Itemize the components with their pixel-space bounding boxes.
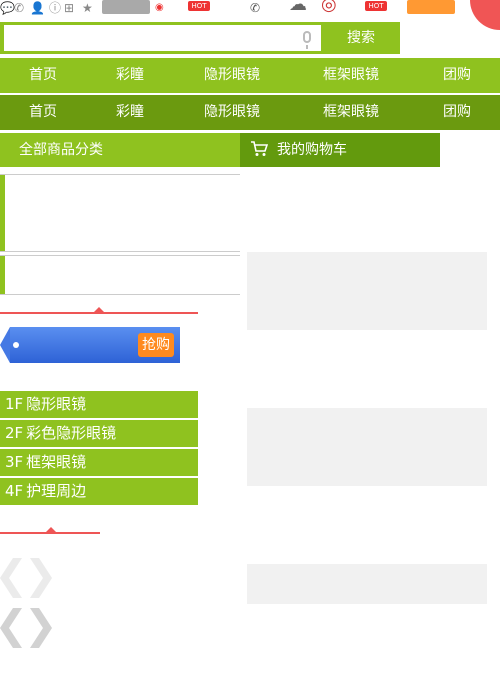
carousel-nav[interactable] — [0, 558, 52, 598]
category-panel — [0, 174, 240, 252]
search-bar: 搜索 — [0, 22, 400, 54]
promo-tag[interactable]: 抢购 — [0, 327, 180, 363]
chevron-left-icon — [0, 608, 22, 648]
category-panel — [0, 255, 240, 295]
panel-accent-bar — [0, 256, 5, 294]
nav-item-home[interactable]: 首页 — [29, 95, 57, 130]
phone-icon[interactable]: ✆ — [250, 1, 260, 15]
nav-item-color-contacts[interactable]: 彩瞳 — [116, 95, 144, 130]
content-placeholder — [247, 408, 487, 486]
floor-label: 彩色隐形眼镜 — [26, 424, 117, 442]
nav-item-contact-lenses[interactable]: 隐形眼镜 — [204, 95, 260, 130]
record-icon: ◉ — [155, 2, 164, 13]
hot-badge: HOT — [188, 1, 210, 11]
divider-marker — [94, 307, 104, 312]
user-icon[interactable]: 👤 — [30, 1, 45, 15]
nav-item-home[interactable]: 首页 — [29, 58, 57, 93]
floor-label: 隐形眼镜 — [26, 395, 87, 413]
floor-label: 框架眼镜 — [26, 453, 87, 471]
content-placeholder — [247, 564, 487, 604]
message-icon[interactable]: 💬 — [0, 1, 15, 15]
chevron-left-icon — [0, 558, 22, 598]
mic-icon[interactable] — [303, 31, 311, 49]
top-utility-bar: 💬 ✆ 👤 ⓘ ⊞ ★ ◉ HOT ✆ ☁ ◎ HOT — [0, 0, 500, 30]
main-nav-secondary: 首页 彩瞳 隐形眼镜 框架眼镜 团购 — [0, 95, 500, 130]
floor-number: 4F — [5, 482, 24, 500]
floor-item[interactable]: 2F 彩色隐形眼镜 — [0, 420, 198, 447]
floor-item[interactable]: 4F 护理周边 — [0, 478, 198, 505]
phone-icon[interactable]: ✆ — [14, 1, 24, 15]
divider-marker — [46, 527, 56, 532]
floor-label: 护理周边 — [26, 482, 87, 500]
search-button[interactable]: 搜索 — [322, 22, 400, 54]
info-icon[interactable]: ⓘ — [49, 1, 61, 15]
tag-hole — [13, 342, 19, 348]
content-placeholder — [247, 252, 487, 330]
floor-number: 1F — [5, 395, 24, 413]
all-categories-button[interactable]: 全部商品分类 — [0, 133, 240, 167]
login-button[interactable] — [407, 0, 455, 14]
panel-accent-bar — [0, 175, 5, 251]
nav-item-contact-lenses[interactable]: 隐形眼镜 — [204, 58, 260, 93]
weibo-icon[interactable]: ◎ — [321, 0, 337, 14]
account-placeholder[interactable] — [102, 0, 150, 14]
star-icon[interactable]: ★ — [82, 1, 93, 15]
cart-icon — [251, 141, 268, 156]
chevron-right-icon — [30, 558, 52, 598]
grid-icon[interactable]: ⊞ — [64, 1, 74, 15]
nav-item-frame-glasses[interactable]: 框架眼镜 — [323, 58, 379, 93]
nav-item-group-buy[interactable]: 团购 — [443, 95, 471, 130]
carousel-nav[interactable] — [0, 608, 52, 648]
corner-decoration — [470, 0, 500, 30]
floor-number: 2F — [5, 424, 24, 442]
main-nav-primary: 首页 彩瞳 隐形眼镜 框架眼镜 团购 — [0, 58, 500, 93]
cart-label: 我的购物车 — [277, 142, 347, 158]
nav-item-group-buy[interactable]: 团购 — [443, 58, 471, 93]
floor-item[interactable]: 1F 隐形眼镜 — [0, 391, 198, 418]
nav-item-color-contacts[interactable]: 彩瞳 — [116, 58, 144, 93]
wechat-icon[interactable]: ☁ — [289, 0, 307, 14]
nav-item-frame-glasses[interactable]: 框架眼镜 — [323, 95, 379, 130]
search-input[interactable] — [4, 25, 321, 51]
tag-tip — [0, 327, 10, 363]
hot-badge: HOT — [365, 1, 387, 11]
grab-button[interactable]: 抢购 — [138, 333, 174, 357]
floor-item[interactable]: 3F 框架眼镜 — [0, 449, 198, 476]
cart-button[interactable]: 我的购物车 — [240, 133, 440, 167]
section-divider — [0, 312, 198, 314]
floor-number: 3F — [5, 453, 24, 471]
section-divider — [0, 532, 100, 534]
chevron-right-icon — [30, 608, 52, 648]
